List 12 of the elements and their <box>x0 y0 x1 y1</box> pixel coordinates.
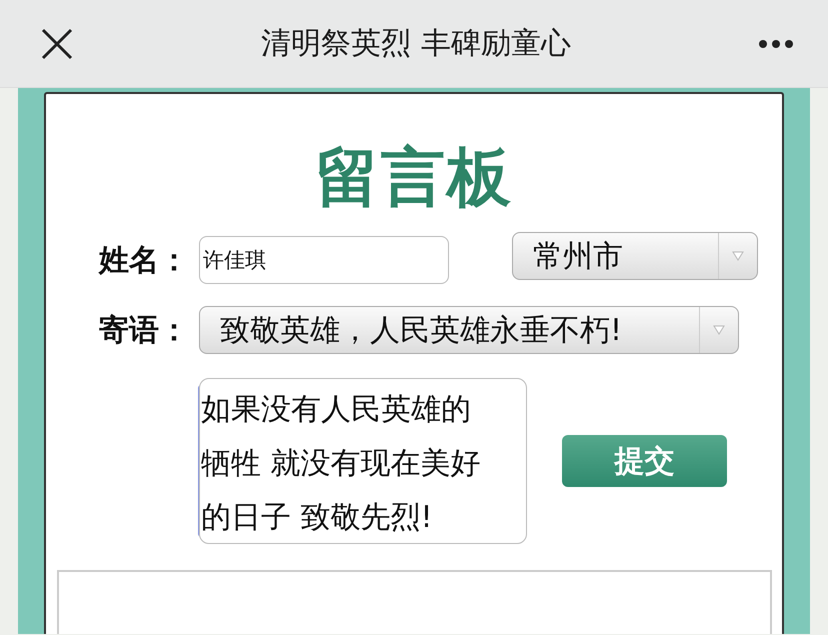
message-textarea[interactable]: 如果没有人民英雄的牺牲 就没有现在美好的日子 致敬先烈! <box>199 378 527 544</box>
dropdown-arrow-icon <box>732 251 744 261</box>
message-label: 寄语： <box>99 312 190 350</box>
message-dropdown[interactable]: 致敬英雄，人民英雄永垂不朽! <box>199 306 739 354</box>
name-field[interactable]: 许佳琪 <box>199 236 449 284</box>
close-icon[interactable] <box>40 26 74 60</box>
dropdown-arrow-icon <box>713 325 725 335</box>
name-label: 姓名： <box>99 242 190 280</box>
page-title: 清明祭英烈 丰碑励童心 <box>260 25 572 63</box>
city-dropdown[interactable]: 常州市 <box>512 232 758 280</box>
board-title: 留言板 <box>315 139 513 217</box>
more-icon[interactable] <box>758 38 794 48</box>
